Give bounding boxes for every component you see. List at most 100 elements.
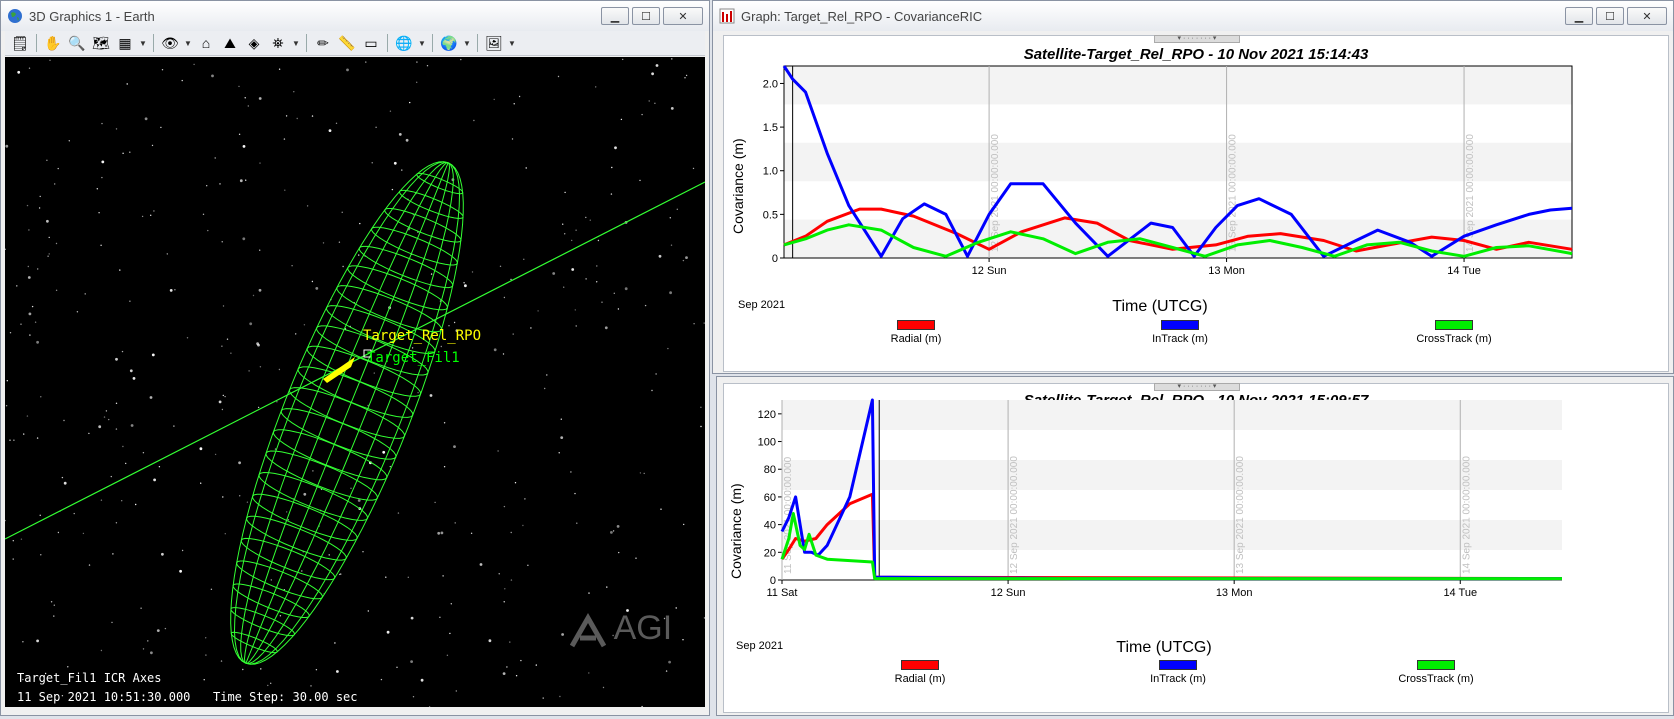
- legend-radial-swatch: [901, 660, 939, 670]
- pan-hand-icon[interactable]: ✋: [42, 33, 64, 53]
- x-tick-label: 13 Mon: [1208, 265, 1245, 277]
- legend-intrack-swatch: [1159, 660, 1197, 670]
- gridline-label: 12 Sep 2021 00:00:00.000: [1009, 456, 1020, 574]
- capture-image-icon[interactable]: 🖼: [483, 33, 505, 53]
- dropdown-arrow-icon[interactable]: ▼: [507, 33, 517, 53]
- dropdown-arrow-icon[interactable]: ▼: [462, 33, 472, 53]
- legend-crosstrack: CrossTrack (m): [1394, 320, 1514, 345]
- gridline-label: 14 Sep 2021 00:00:00.000: [1461, 456, 1472, 574]
- x-tick-label: 14 Tue: [1447, 265, 1481, 277]
- y-tick-label: 1.0: [763, 166, 778, 178]
- ellipsoid-meridian: [245, 162, 461, 665]
- y-tick-label: 2.0: [763, 78, 778, 90]
- x-tick-label: 13 Mon: [1216, 587, 1253, 599]
- toolbar-separator: [153, 34, 154, 52]
- legend-intrack-label: InTrack (m): [1152, 333, 1208, 345]
- y-tick-label: 120: [758, 409, 776, 421]
- legend-intrack-swatch: [1161, 320, 1199, 330]
- y-tick-label: 0.5: [763, 209, 778, 221]
- 3d-toolbar: 🗒 ✋ 🔍 🗺 ▦ ▼ 👁 ▼ ⌂ ⛰ ◈ ⛯ ▼ ✏ 📏 ▭ 🌐 ▼ 🌍 ▼ …: [5, 31, 705, 56]
- orient-view-icon[interactable]: ◈: [243, 33, 265, 53]
- minimize-button[interactable]: ▁: [1565, 7, 1593, 25]
- toolbar-separator: [432, 34, 433, 52]
- close-button[interactable]: ✕: [1627, 7, 1667, 25]
- 3d-viewport[interactable]: Target_Rel_RPO Target_Fil1 AGI Target_Fi…: [5, 57, 705, 707]
- view-to-icon[interactable]: ⛰: [219, 33, 241, 53]
- y-tick-label: 1.5: [763, 122, 778, 134]
- y-tick-label: 60: [764, 492, 776, 504]
- object-view-icon[interactable]: ⛯: [267, 33, 289, 53]
- legend-crosstrack-label: CrossTrack (m): [1398, 673, 1474, 685]
- dropdown-arrow-icon[interactable]: ▼: [291, 33, 301, 53]
- earth-icon: [7, 8, 23, 24]
- chart1-date-label: Sep 2021: [738, 299, 786, 311]
- graph-icon: [719, 8, 735, 24]
- x-tick-label: 12 Sun: [991, 587, 1026, 599]
- agi-watermark-text: AGI: [613, 609, 673, 647]
- chart2-date-label: Sep 2021: [736, 640, 784, 652]
- legend-crosstrack-label: CrossTrack (m): [1416, 333, 1492, 345]
- satellite-vector: [323, 357, 355, 383]
- y-tick-label: 80: [764, 464, 776, 476]
- agi-logo-icon: [569, 612, 607, 648]
- toolbar-separator: [477, 34, 478, 52]
- y-tick-label: 40: [764, 520, 776, 532]
- plot-band: [782, 520, 1562, 550]
- earth-data-icon[interactable]: 🌍: [438, 33, 460, 53]
- toolbar-separator: [306, 34, 307, 52]
- legend-radial-swatch: [897, 320, 935, 330]
- zoom-icon[interactable]: 🔍: [66, 33, 88, 53]
- ellipsoid-meridian: [233, 161, 449, 664]
- toolbar-separator: [36, 34, 37, 52]
- graph-window-title: Graph: Target_Rel_RPO - CovarianceRIC: [741, 8, 983, 24]
- gridline-label: 13 Sep 2021 00:00:00.000: [1235, 456, 1246, 574]
- plot-band: [782, 400, 1562, 430]
- chart2-xlabel: Time (UTCG): [1116, 639, 1212, 656]
- dropdown-arrow-icon[interactable]: ▼: [138, 33, 148, 53]
- 3d-window-titlebar[interactable]: 3D Graphics 1 - Earth ▁ ☐ ✕: [1, 1, 709, 31]
- legend-radial: Radial (m): [856, 320, 976, 345]
- x-tick-label: 11 Sat: [767, 587, 798, 599]
- legend-intrack: InTrack (m): [1120, 320, 1240, 345]
- ellipsoid-meridian: [240, 161, 449, 664]
- pencil-icon[interactable]: ✏: [312, 33, 334, 53]
- legend-crosstrack-swatch: [1417, 660, 1455, 670]
- graph-window: Graph: Target_Rel_RPO - CovarianceRIC ▁ …: [712, 0, 1674, 374]
- legend-intrack: InTrack (m): [1118, 660, 1238, 685]
- agi-watermark: AGI: [569, 609, 673, 648]
- legend-radial: Radial (m): [860, 660, 980, 685]
- notes-icon[interactable]: 🗒: [9, 33, 31, 53]
- 3d-window-title: 3D Graphics 1 - Earth: [29, 8, 155, 24]
- y-tick-label: 100: [758, 437, 776, 449]
- home-view-icon[interactable]: ⌂: [195, 33, 217, 53]
- minimize-button[interactable]: ▁: [601, 7, 629, 25]
- plot-band: [782, 460, 1562, 490]
- properties-icon[interactable]: ▦: [114, 33, 136, 53]
- plot-band: [784, 66, 1572, 105]
- globe-icon[interactable]: 🌐: [393, 33, 415, 53]
- legend-intrack-label: InTrack (m): [1150, 673, 1206, 685]
- dropdown-arrow-icon[interactable]: ▼: [183, 33, 193, 53]
- axes-label: Target_Fil1 ICR Axes: [17, 671, 162, 685]
- target-rpo-label: Target_Rel_RPO: [363, 328, 482, 344]
- close-button[interactable]: ✕: [663, 7, 703, 25]
- ellipsoid-meridian: [245, 162, 449, 664]
- x-tick-label: 14 Tue: [1443, 587, 1477, 599]
- graph-window-2: ▾ · · · · · · · ▾ Satellite-Target_Rel_R…: [716, 376, 1674, 716]
- x-tick-label: 12 Sun: [972, 265, 1007, 277]
- legend-crosstrack-swatch: [1435, 320, 1473, 330]
- map-view-icon[interactable]: 🗺: [90, 33, 112, 53]
- maximize-button[interactable]: ☐: [632, 7, 660, 25]
- graph-window-titlebar[interactable]: Graph: Target_Rel_RPO - CovarianceRIC ▁ …: [713, 1, 1673, 31]
- ruler-icon[interactable]: ▭: [360, 33, 382, 53]
- maximize-button[interactable]: ☐: [1596, 7, 1624, 25]
- view-from-icon[interactable]: 👁: [159, 33, 181, 53]
- plot-band: [784, 142, 1572, 182]
- ellipsoid-meridian: [245, 162, 454, 665]
- dropdown-arrow-icon[interactable]: ▼: [417, 33, 427, 53]
- date-time-label: 11 Sep 2021 10:51:30.000: [17, 690, 191, 704]
- y-tick-label: 0: [770, 575, 776, 587]
- 3d-graphics-window: 3D Graphics 1 - Earth ▁ ☐ ✕ 🗒 ✋ 🔍 🗺 ▦ ▼ …: [0, 0, 710, 716]
- measure-icon[interactable]: 📏: [336, 33, 358, 53]
- legend-crosstrack: CrossTrack (m): [1376, 660, 1496, 685]
